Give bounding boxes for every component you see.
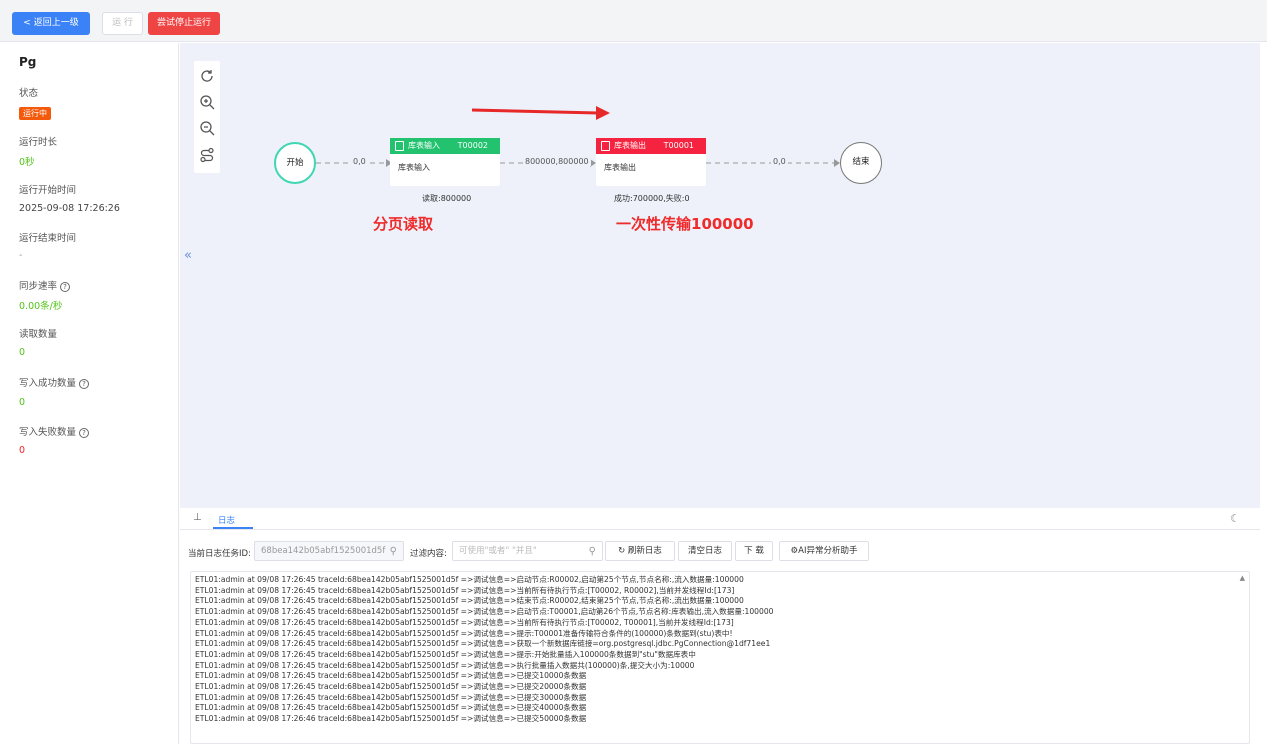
pin-bottom-icon[interactable]: ⊥	[193, 512, 202, 523]
read-count-value: 0	[19, 347, 26, 358]
download-button[interactable]: 下 载	[735, 541, 773, 561]
table-icon	[601, 141, 610, 151]
search-icon[interactable]: ⚲	[589, 543, 596, 560]
table-output-node-stat: 成功:700000,失败:0	[614, 194, 690, 203]
log-line: ETL01:admin at 09/08 17:26:45 traceId:68…	[195, 682, 587, 692]
table-output-node-id: T00001	[663, 141, 694, 150]
flow-canvas[interactable]: « 0,0 800000,800000 0,0 开始 结束 库表输入 T0000…	[180, 43, 1260, 508]
sync-rate-text: 同步速率	[19, 281, 58, 292]
log-line: ETL01:admin at 09/08 17:26:45 traceId:68…	[195, 596, 744, 606]
log-tabs: ⊥ 日志 ☾	[180, 508, 1260, 530]
task-id-label: 当前日志任务ID:	[188, 549, 251, 559]
log-line: ETL01:admin at 09/08 17:26:45 traceId:68…	[195, 703, 587, 713]
table-input-node-stat: 读取:800000	[422, 194, 472, 203]
write-success-text: 写入成功数量	[19, 378, 77, 389]
filter-label: 过滤内容:	[410, 549, 447, 559]
info-sidebar: Pg 状态 运行中 运行时长 0秒 运行开始时间 2025-09-08 17:2…	[7, 43, 179, 744]
log-line: ETL01:admin at 09/08 17:26:45 traceId:68…	[195, 692, 587, 702]
log-line: ETL01:admin at 09/08 17:26:45 traceId:68…	[195, 671, 587, 681]
log-filter-row: 当前日志任务ID: 68bea142b05abf1525001d5f ⚲ 过滤内…	[180, 541, 1260, 563]
end-time-value: -	[19, 250, 23, 261]
status-badge: 运行中	[19, 107, 51, 120]
edge-label-middle: 800000,800000	[523, 157, 591, 166]
table-output-node-header: 库表输出 T00001	[596, 138, 706, 154]
log-output[interactable]: ETL01:admin at 09/08 17:26:45 traceId:68…	[190, 571, 1250, 744]
help-icon[interactable]: ?	[60, 282, 71, 292]
end-time-label: 运行结束时间	[19, 233, 77, 244]
filter-input[interactable]: 可使用"或者" "并且" ⚲	[452, 541, 603, 561]
table-input-node[interactable]: 库表输入 T00002 库表输入	[390, 138, 500, 186]
log-line: ETL01:admin at 09/08 17:26:45 traceId:68…	[195, 617, 734, 627]
active-tab-indicator	[213, 527, 253, 529]
job-title: Pg	[19, 55, 37, 69]
table-output-node[interactable]: 库表输出 T00001 库表输出	[596, 138, 706, 186]
write-success-value: 0	[19, 397, 26, 408]
write-fail-label: 写入失败数量?	[19, 424, 90, 438]
log-line: ETL01:admin at 09/08 17:26:45 traceId:68…	[195, 628, 733, 638]
task-id-input[interactable]: 68bea142b05abf1525001d5f ⚲	[254, 541, 404, 561]
table-icon	[395, 141, 404, 151]
log-panel: ⊥ 日志 ☾ 当前日志任务ID: 68bea142b05abf1525001d5…	[180, 508, 1260, 744]
table-input-node-title: 库表输入	[408, 141, 440, 150]
log-line: ETL01:admin at 09/08 17:26:45 traceId:68…	[195, 660, 695, 670]
refresh-log-button[interactable]: ↻ 刷新日志	[605, 541, 675, 561]
log-line: ETL01:admin at 09/08 17:26:45 traceId:68…	[195, 607, 774, 617]
flow-edges	[316, 106, 840, 167]
table-input-node-id: T00002	[457, 141, 488, 150]
log-line: ETL01:admin at 09/08 17:26:45 traceId:68…	[195, 639, 771, 649]
dark-mode-icon[interactable]: ☾	[1230, 512, 1240, 525]
write-success-label: 写入成功数量?	[19, 375, 90, 389]
table-input-node-header: 库表输入 T00002	[390, 138, 500, 154]
table-output-node-body: 库表输出	[604, 163, 636, 172]
start-time-value: 2025-09-08 17:26:26	[19, 203, 120, 214]
end-node[interactable]: 结束	[840, 142, 882, 184]
task-id-value: 68bea142b05abf1525001d5f	[261, 546, 386, 556]
log-line: ETL01:admin at 09/08 17:26:45 traceId:68…	[195, 585, 735, 595]
annotation-paged-read: 分页读取	[373, 215, 434, 233]
annotation-one-time-transfer: 一次性传输100000	[616, 215, 754, 233]
log-line: ETL01:admin at 09/08 17:26:46 traceId:68…	[195, 714, 587, 724]
toolbar: < 返回上一级 运 行 尝试停止运行	[0, 0, 1267, 42]
stop-run-button[interactable]: 尝试停止运行	[148, 12, 220, 35]
start-time-label: 运行开始时间	[19, 185, 77, 196]
refresh-icon: ↻	[618, 546, 628, 556]
search-icon[interactable]: ⚲	[390, 543, 397, 560]
start-node[interactable]: 开始	[274, 142, 316, 184]
ai-assistant-label: AI异常分析助手	[798, 546, 858, 556]
help-icon[interactable]: ?	[79, 428, 90, 438]
sync-rate-label: 同步速率?	[19, 278, 71, 292]
clear-log-button[interactable]: 清空日志	[678, 541, 732, 561]
ai-assistant-button[interactable]: ⚙AI异常分析助手	[779, 541, 869, 561]
help-icon[interactable]: ?	[79, 379, 90, 389]
edge-label-start: 0,0	[351, 157, 368, 166]
read-count-label: 读取数量	[19, 329, 58, 340]
edge-label-end: 0,0	[771, 157, 788, 166]
annotation-arrow	[471, 108, 599, 115]
duration-value: 0秒	[19, 157, 35, 168]
annotation-arrow-head	[596, 106, 610, 120]
table-input-node-body: 库表输入	[398, 163, 430, 172]
duration-label: 运行时长	[19, 137, 58, 148]
ai-icon: ⚙	[790, 546, 799, 556]
write-fail-text: 写入失败数量	[19, 427, 77, 438]
log-line: ETL01:admin at 09/08 17:26:45 traceId:68…	[195, 649, 696, 659]
scroll-up-icon[interactable]: ▲	[1240, 574, 1245, 582]
tab-log[interactable]: 日志	[218, 514, 235, 526]
filter-placeholder: 可使用"或者" "并且"	[459, 546, 537, 556]
refresh-log-label: 刷新日志	[627, 546, 662, 556]
table-output-node-title: 库表输出	[614, 141, 646, 150]
status-label: 状态	[19, 88, 39, 99]
run-button[interactable]: 运 行	[102, 12, 143, 35]
write-fail-value: 0	[19, 445, 26, 456]
log-line: ETL01:admin at 09/08 17:26:45 traceId:68…	[195, 575, 744, 584]
log-lines: ETL01:admin at 09/08 17:26:45 traceId:68…	[191, 572, 1249, 725]
back-button[interactable]: < 返回上一级	[12, 12, 90, 35]
sync-rate-value: 0.00条/秒	[19, 301, 63, 312]
